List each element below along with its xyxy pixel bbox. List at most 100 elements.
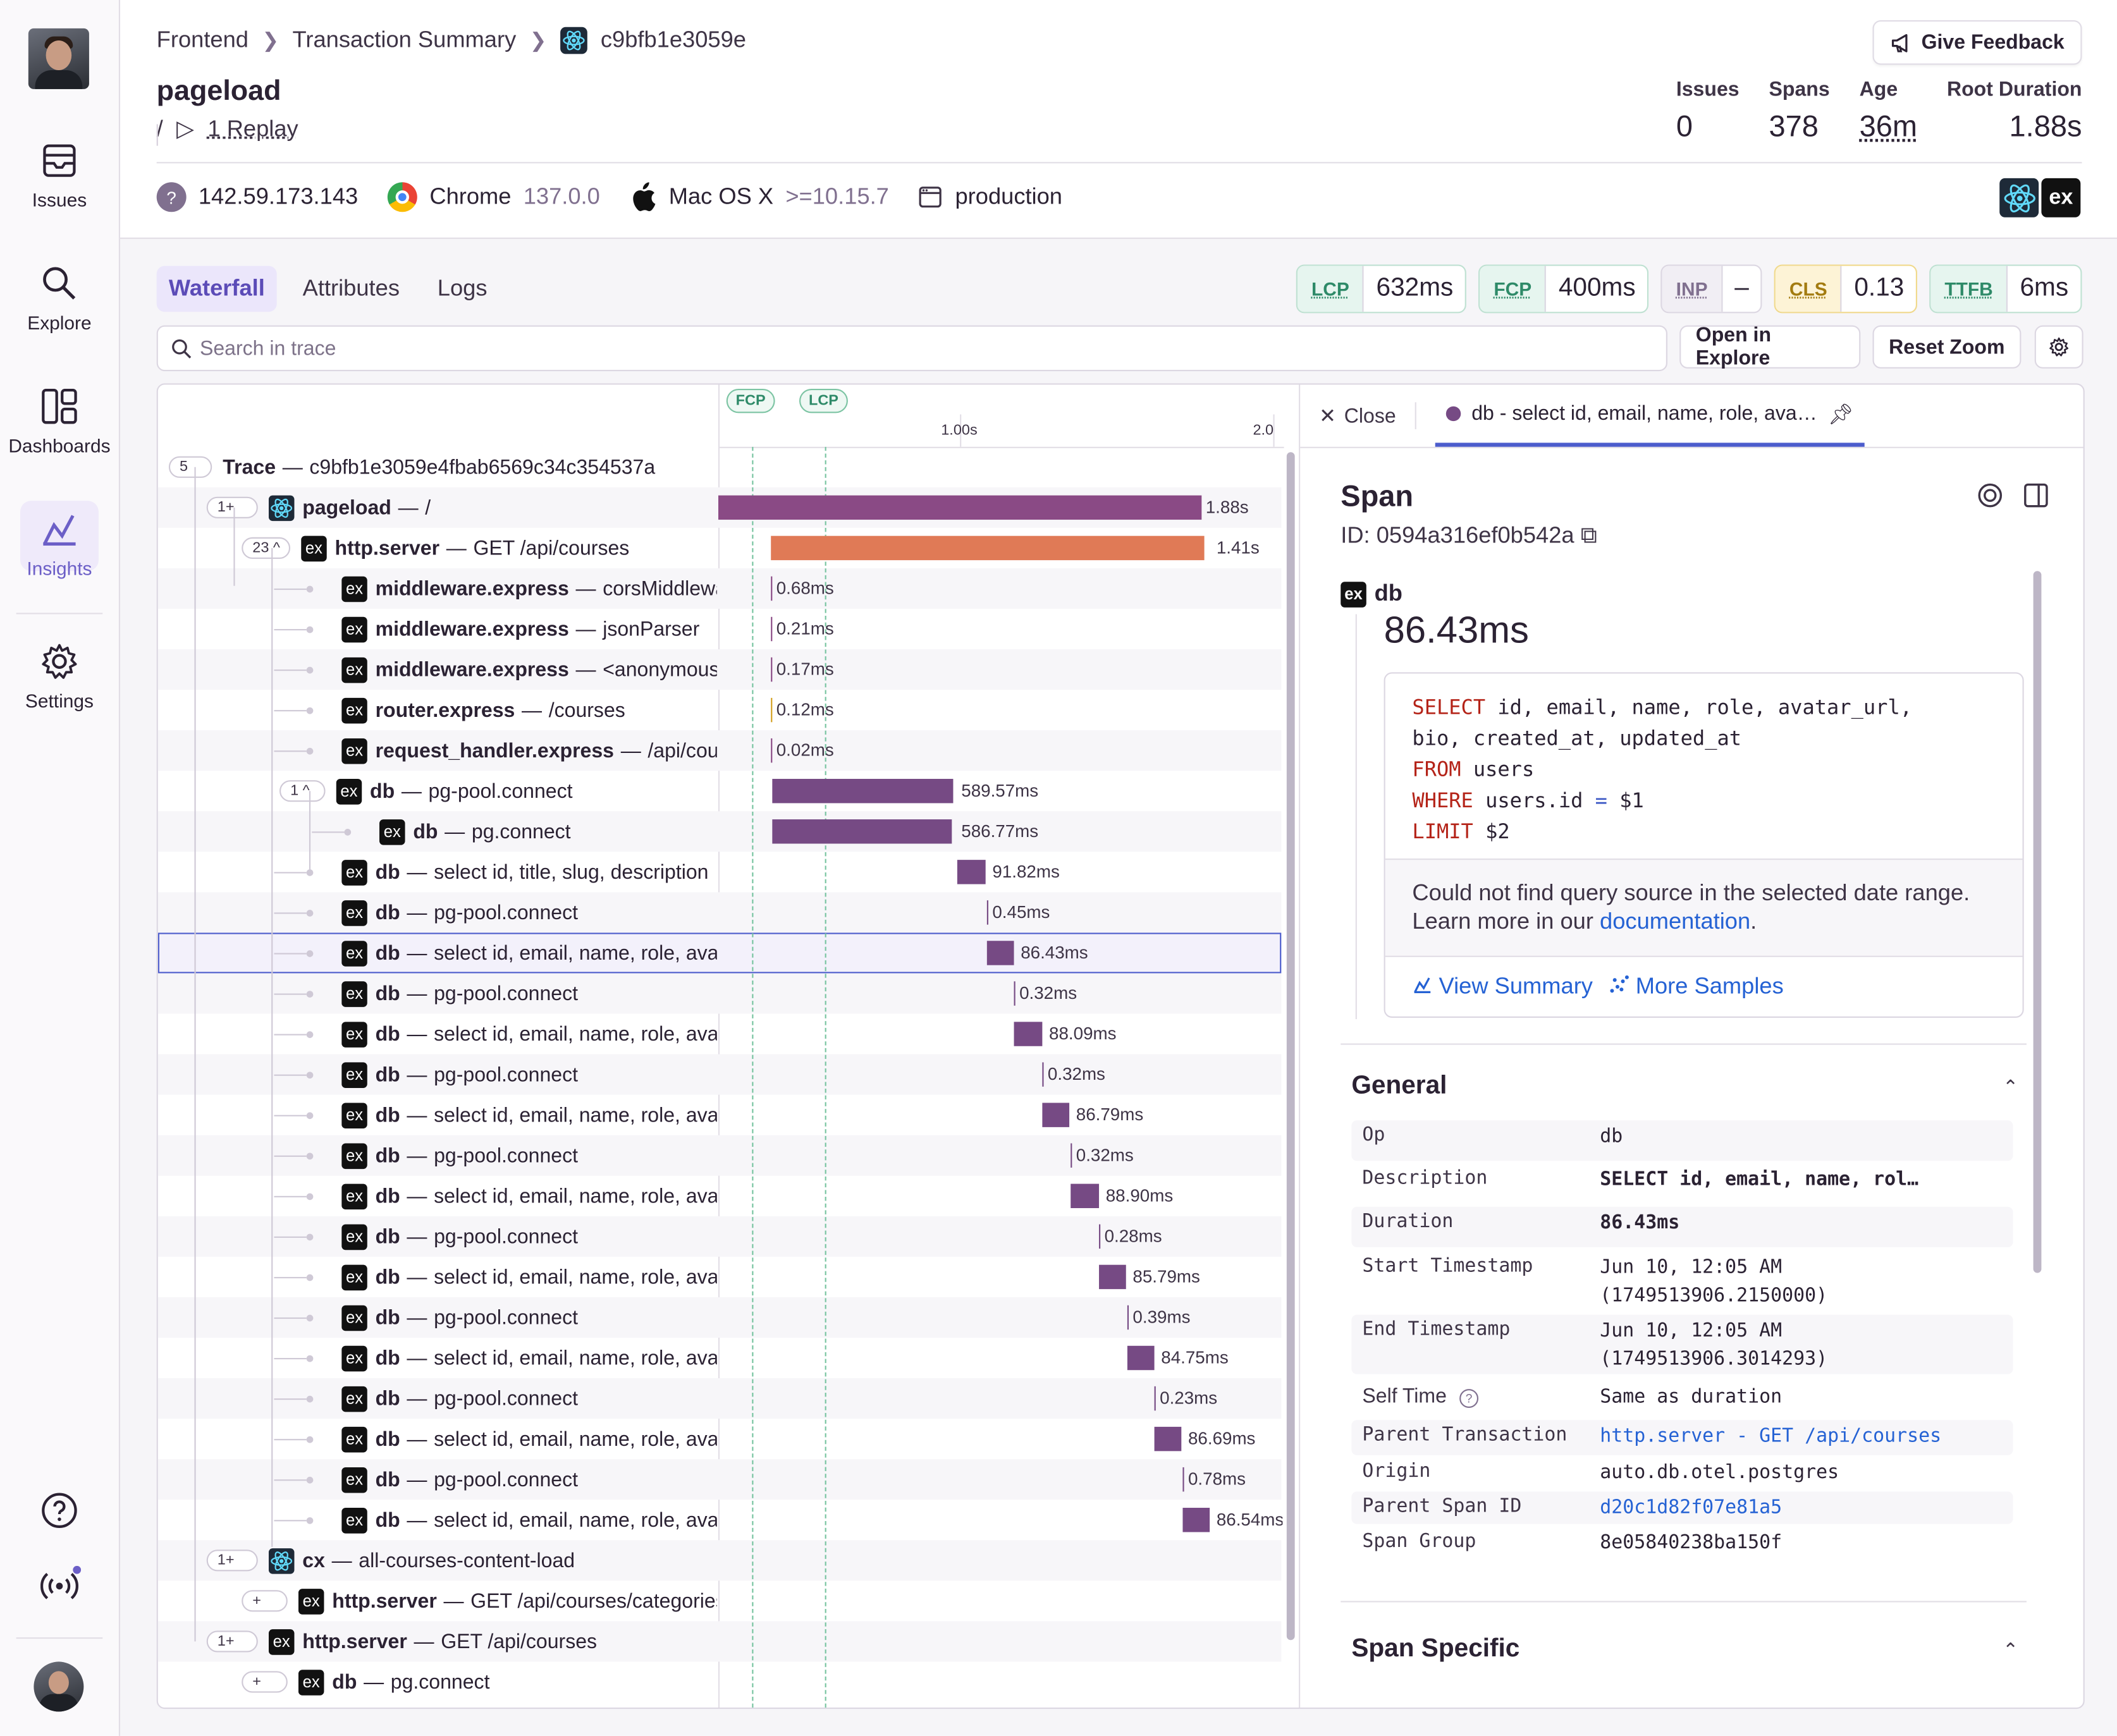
- children-count-toggle[interactable]: +: [242, 1671, 288, 1693]
- documentation-link[interactable]: documentation: [1600, 908, 1750, 934]
- span-duration-bar[interactable]: [771, 697, 773, 723]
- vital-cls[interactable]: CLS 0.13: [1774, 264, 1918, 314]
- lcp-marker[interactable]: LCP: [799, 388, 848, 413]
- leaf-dot: [306, 1314, 314, 1322]
- span-duration-bar[interactable]: [1042, 1062, 1044, 1087]
- more-samples-button[interactable]: More Samples: [1609, 973, 1784, 1000]
- span-duration-bar[interactable]: [1099, 1224, 1101, 1249]
- span-duration-bar[interactable]: [986, 941, 1014, 965]
- os-tag[interactable]: Mac OS X >=10.15.7: [630, 182, 889, 212]
- children-count-toggle[interactable]: 1+: [206, 1550, 258, 1572]
- chevron-up-icon[interactable]: ⌃: [2003, 1639, 2018, 1661]
- focus-icon[interactable]: [1977, 482, 2004, 509]
- pin-icon[interactable]: 📌︎: [1828, 401, 1854, 425]
- span-duration-bar[interactable]: [771, 738, 773, 763]
- vital-lcp[interactable]: LCP 632ms: [1296, 264, 1467, 314]
- general-section-title[interactable]: General: [1351, 1072, 1447, 1101]
- vital-inp[interactable]: INP –: [1661, 264, 1763, 314]
- vital-fcp[interactable]: FCP 400ms: [1478, 264, 1649, 314]
- help-icon[interactable]: ?: [1459, 1389, 1479, 1409]
- span-duration-bar[interactable]: [1127, 1345, 1155, 1371]
- waterfall-scrollbar[interactable]: [1286, 452, 1295, 1641]
- span-duration-bar[interactable]: [771, 535, 1205, 561]
- tab-waterfall[interactable]: Waterfall: [156, 266, 278, 312]
- breadcrumb-frontend[interactable]: Frontend: [157, 27, 249, 54]
- view-summary-button[interactable]: View Summary: [1412, 973, 1593, 1000]
- stat-issues: Issues 0: [1676, 78, 1740, 145]
- drawer-scrollbar[interactable]: [2033, 571, 2042, 1273]
- tree-connector: [274, 1236, 307, 1238]
- sidebar-item-explore[interactable]: Explore: [0, 263, 119, 333]
- span-duration-bar[interactable]: [957, 860, 986, 884]
- trace-search-input[interactable]: Search in trace: [156, 325, 1667, 372]
- vital-ttfb[interactable]: TTFB 6ms: [1929, 264, 2082, 314]
- children-count-toggle[interactable]: 1+: [206, 1630, 258, 1653]
- tab-logs[interactable]: Logs: [426, 266, 500, 312]
- attribute-link[interactable]: http.server - GET /api/courses: [1600, 1423, 1941, 1452]
- span-duration-bar[interactable]: [1099, 1264, 1126, 1290]
- span-label: ex http.server — GET /api/courses: [268, 1621, 717, 1661]
- span-tab[interactable]: db - select id, email, name, role, ava… 📌…: [1435, 385, 1865, 447]
- span-duration-bar[interactable]: [1071, 1143, 1072, 1168]
- stat-label: Spans: [1769, 78, 1830, 102]
- express-icon: ex: [341, 1223, 367, 1250]
- children-count-toggle[interactable]: 1+: [206, 496, 258, 518]
- span-op-label: db: [1374, 580, 1403, 606]
- leaf-dot: [306, 950, 314, 957]
- org-avatar[interactable]: [28, 28, 89, 89]
- breadcrumb-transaction-summary[interactable]: Transaction Summary: [293, 27, 517, 54]
- span-op: db: [375, 1063, 400, 1086]
- help-icon[interactable]: [40, 1491, 78, 1529]
- span-duration-bar[interactable]: [1127, 1305, 1129, 1330]
- children-count-toggle[interactable]: 5: [168, 456, 212, 478]
- ip-tag[interactable]: ? 142.59.173.143: [156, 182, 358, 212]
- span-label: exdb — select id, email, name, role, avata…: [341, 1257, 717, 1297]
- tab-attributes[interactable]: Attributes: [290, 266, 412, 312]
- span-duration-bar[interactable]: [1182, 1508, 1210, 1532]
- trace-settings-button[interactable]: [2034, 325, 2083, 369]
- give-feedback-button[interactable]: Give Feedback: [1872, 20, 2082, 65]
- replay-link[interactable]: 1 Replay: [207, 116, 298, 144]
- sidebar-item-insights[interactable]: Insights: [0, 501, 119, 579]
- panel-layout-icon[interactable]: [2023, 482, 2050, 509]
- tree-connector: [274, 1439, 307, 1441]
- span-duration-bar[interactable]: [1154, 1386, 1156, 1411]
- children-count-toggle[interactable]: +: [242, 1590, 288, 1612]
- sidebar-item-issues[interactable]: Issues: [0, 140, 119, 211]
- sidebar-item-settings[interactable]: Settings: [0, 641, 119, 711]
- stat-value[interactable]: 36m: [1860, 109, 1917, 145]
- span-duration-bar[interactable]: [986, 900, 988, 925]
- span-duration-bar[interactable]: [1014, 981, 1016, 1006]
- span-duration-bar[interactable]: [771, 616, 773, 642]
- sidebar-item-dashboards[interactable]: Dashboards: [0, 386, 119, 456]
- children-count-toggle[interactable]: 23 ^: [242, 537, 291, 559]
- span-duration-bar[interactable]: [1154, 1426, 1182, 1452]
- chevron-up-icon[interactable]: ⌃: [2003, 1076, 2018, 1099]
- attribute-link[interactable]: d20c1d82f07e81a5: [1600, 1495, 1782, 1523]
- browser-tag[interactable]: Chrome 137.0.0: [388, 182, 600, 212]
- span-description: pg-pool.connect: [434, 1225, 579, 1248]
- fcp-marker[interactable]: FCP: [726, 388, 775, 413]
- span-duration-bar[interactable]: [1014, 1022, 1043, 1046]
- span-duration-bar[interactable]: [772, 819, 952, 844]
- span-duration-bar[interactable]: [1071, 1183, 1100, 1209]
- trace-stats: Issues 0 Spans 378 Age 36m Root Duration 1.8…: [1676, 78, 2082, 145]
- span-duration-bar[interactable]: [771, 657, 773, 682]
- copy-icon[interactable]: ⧉: [1581, 522, 1597, 548]
- children-count-toggle[interactable]: 1 ^: [279, 780, 326, 802]
- span-duration-bar[interactable]: [718, 495, 1202, 520]
- close-drawer-button[interactable]: ✕ Close: [1319, 403, 1396, 427]
- header-divider: [156, 162, 2082, 164]
- span-duration-bar[interactable]: [1182, 1467, 1184, 1492]
- span-duration-bar[interactable]: [771, 576, 773, 601]
- attribute-row: Op db: [1351, 1120, 2013, 1161]
- sidebar-item-label: Dashboards: [8, 434, 111, 456]
- environment-tag[interactable]: production: [919, 183, 1062, 211]
- broadcast-icon[interactable]: [40, 1565, 82, 1604]
- span-duration-bar[interactable]: [772, 779, 954, 804]
- reset-zoom-button[interactable]: Reset Zoom: [1872, 325, 2022, 369]
- span-specific-section-title[interactable]: Span Specific: [1351, 1635, 1519, 1665]
- span-duration-bar[interactable]: [1042, 1103, 1070, 1127]
- open-in-explore-button[interactable]: Open in Explore: [1679, 324, 1861, 370]
- user-avatar[interactable]: [34, 1661, 84, 1712]
